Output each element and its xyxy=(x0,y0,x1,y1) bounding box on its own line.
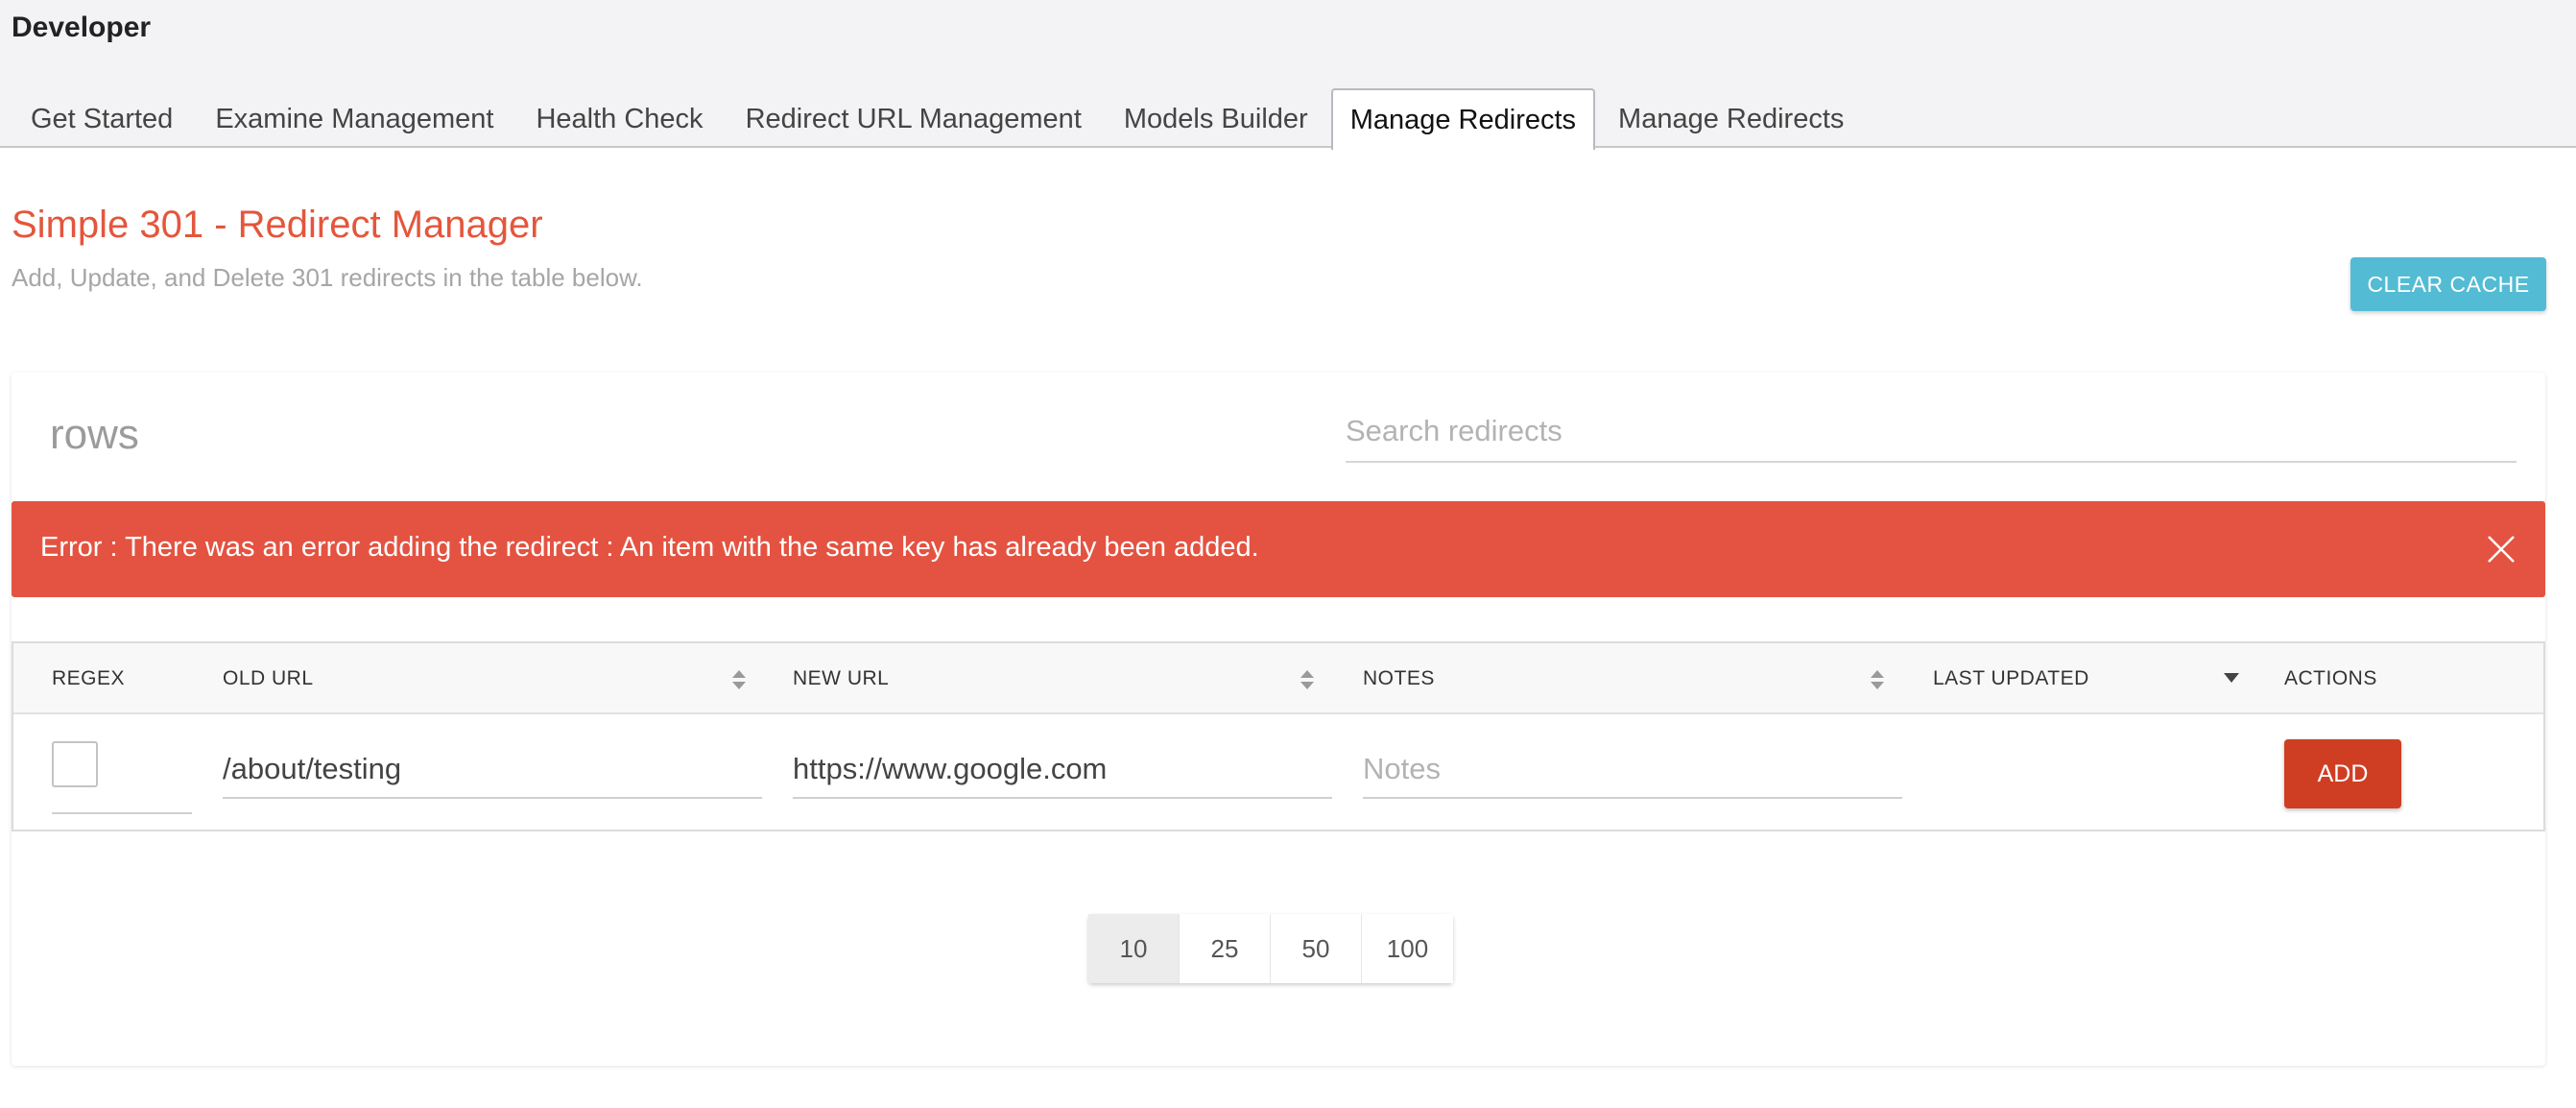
tab-models-builder[interactable]: Models Builder xyxy=(1105,88,1327,148)
page-title: Simple 301 - Redirect Manager xyxy=(12,204,543,246)
page-size-10[interactable]: 10 xyxy=(1088,914,1180,983)
header-regex: REGEX xyxy=(52,667,126,689)
tab-bar: Get Started Examine Management Health Ch… xyxy=(12,88,1867,150)
tab-examine-management[interactable]: Examine Management xyxy=(196,88,513,148)
app-title: Developer xyxy=(12,12,152,43)
page-size-100[interactable]: 100 xyxy=(1362,914,1453,983)
page-size-selector: 10 25 50 100 xyxy=(1088,914,1453,983)
clear-cache-button[interactable]: CLEAR CACHE xyxy=(2350,257,2546,311)
tab-manage-redirects[interactable]: Manage Redirects xyxy=(1599,88,1863,148)
old-url-input[interactable] xyxy=(223,741,762,799)
search-input[interactable] xyxy=(1346,401,2516,463)
header-notes[interactable]: NOTES xyxy=(1363,643,1435,714)
sort-icon[interactable] xyxy=(1300,668,1315,691)
rows-label: rows xyxy=(50,411,139,458)
regex-underline xyxy=(52,812,192,814)
app-header: Developer Get Started Examine Management… xyxy=(0,0,2576,150)
sort-desc-icon[interactable] xyxy=(2223,672,2240,684)
add-button[interactable]: ADD xyxy=(2284,739,2401,808)
tab-manage-redirects-active[interactable]: Manage Redirects xyxy=(1330,88,1596,150)
header-new-url[interactable]: NEW URL xyxy=(793,643,889,714)
regex-checkbox[interactable] xyxy=(52,741,98,787)
page-size-50[interactable]: 50 xyxy=(1271,914,1362,983)
header-old-url[interactable]: OLD URL xyxy=(223,643,314,714)
header-actions: ACTIONS xyxy=(2284,667,2377,689)
sort-icon[interactable] xyxy=(731,668,747,691)
redirects-card: rows Error : There was an error adding t… xyxy=(12,373,2545,1066)
error-alert: Error : There was an error adding the re… xyxy=(12,501,2545,597)
page-subtitle: Add, Update, and Delete 301 redirects in… xyxy=(12,263,643,292)
tab-redirect-url-management[interactable]: Redirect URL Management xyxy=(727,88,1101,148)
new-url-input[interactable] xyxy=(793,741,1332,799)
redirects-table: REGEX OLD URL NEW URL NOTES LAST UPDATED… xyxy=(12,641,2545,831)
sort-icon[interactable] xyxy=(1870,668,1885,691)
table-header: REGEX OLD URL NEW URL NOTES LAST UPDATED… xyxy=(13,643,2543,714)
header-last-updated[interactable]: LAST UPDATED xyxy=(1933,643,2089,714)
error-message: Error : There was an error adding the re… xyxy=(40,532,1259,563)
page-size-25[interactable]: 25 xyxy=(1180,914,1271,983)
tab-health-check[interactable]: Health Check xyxy=(516,88,722,148)
tab-get-started[interactable]: Get Started xyxy=(12,88,192,148)
close-icon[interactable] xyxy=(2486,534,2516,565)
notes-input[interactable] xyxy=(1363,741,1902,799)
